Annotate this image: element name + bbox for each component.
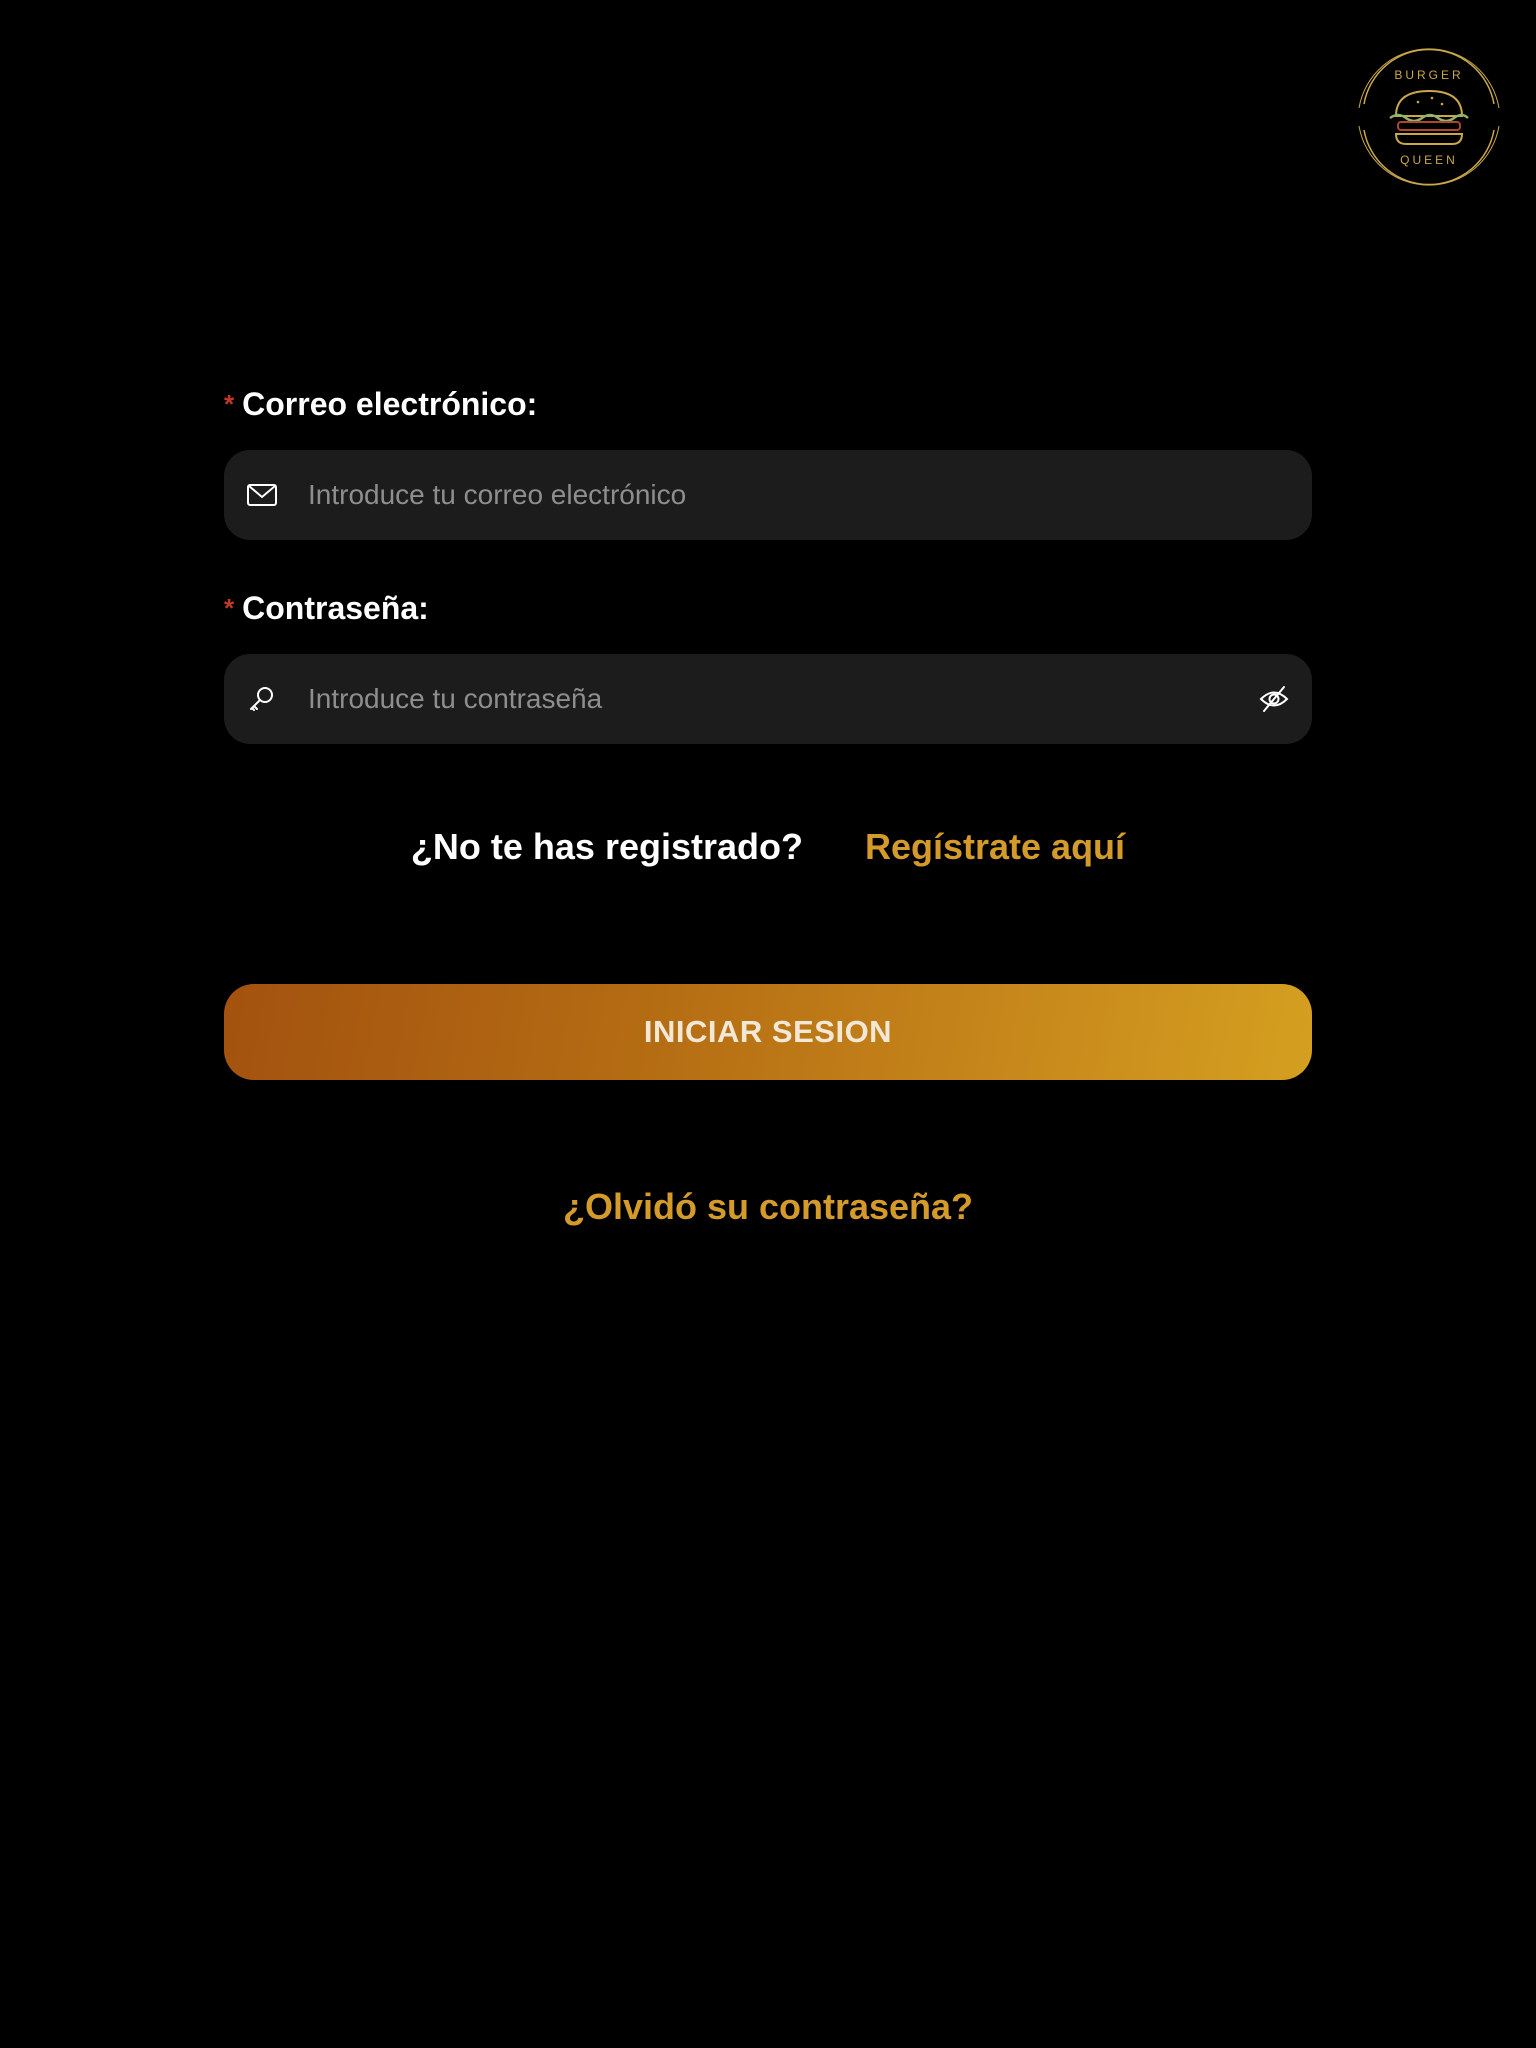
password-field-wrapper[interactable] <box>224 654 1312 744</box>
email-label: * Correo electrónico: <box>224 386 537 423</box>
email-input[interactable] <box>308 450 1208 540</box>
logo-top-text: BURGER <box>1394 68 1463 82</box>
login-page: BURGER QUEEN *Correo electrónico: *Con <box>0 0 1536 2048</box>
email-label-text: Correo electrónico: <box>242 386 538 422</box>
register-row: ¿No te has registrado? Regístrate aquí <box>224 826 1312 868</box>
required-mark: * <box>224 389 235 419</box>
mail-icon <box>247 484 277 506</box>
required-mark: * <box>224 593 235 623</box>
logo-bottom-text: QUEEN <box>1400 153 1458 167</box>
password-label-text: Contraseña: <box>242 590 429 626</box>
eye-off-icon[interactable] <box>1258 684 1290 714</box>
key-icon <box>250 687 273 711</box>
password-label: * Contraseña: <box>224 590 429 627</box>
register-question: ¿No te has registrado? <box>410 826 803 867</box>
password-input[interactable] <box>308 654 1208 744</box>
burger-logo-icon: BURGER QUEEN <box>1358 48 1500 186</box>
email-field-wrapper[interactable] <box>224 450 1312 540</box>
forgot-password-link[interactable]: ¿Olvidó su contraseña? <box>224 1186 1312 1228</box>
burger-queen-logo: BURGER QUEEN <box>1354 46 1504 186</box>
register-link[interactable]: Regístrate aquí <box>865 826 1125 867</box>
login-button[interactable]: INICIAR SESION <box>224 984 1312 1080</box>
